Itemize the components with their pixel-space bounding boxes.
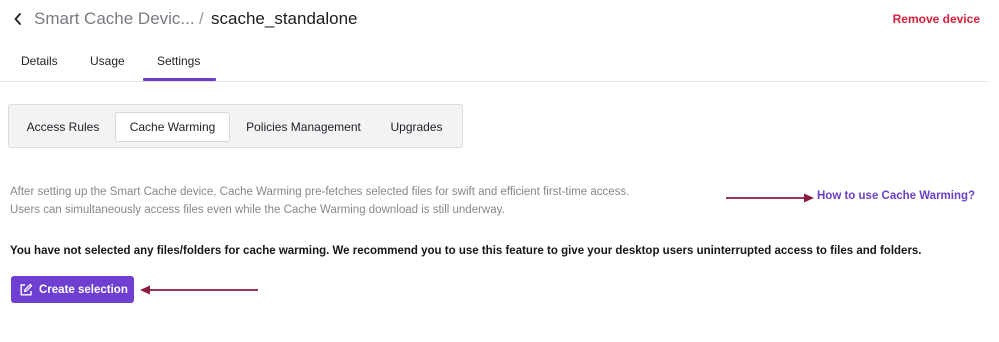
- main-tabs: Details Usage Settings: [0, 46, 987, 82]
- empty-selection-notice: You have not selected any files/folders …: [10, 245, 922, 257]
- annotation-arrow-left: [140, 285, 258, 295]
- annotation-arrow-right: [726, 193, 814, 203]
- tab-usage[interactable]: Usage: [90, 54, 125, 68]
- tab-details[interactable]: Details: [21, 54, 58, 68]
- create-selection-button[interactable]: Create selection: [11, 276, 134, 303]
- description-line-1: After setting up the Smart Cache device,…: [10, 186, 630, 198]
- back-button[interactable]: [9, 10, 27, 28]
- how-to-use-cache-warming-link[interactable]: How to use Cache Warming?: [817, 190, 975, 202]
- edit-square-icon: [19, 283, 33, 297]
- breadcrumb-separator: /: [199, 9, 204, 28]
- subtab-policies-management[interactable]: Policies Management: [237, 112, 370, 142]
- breadcrumb-parent-link[interactable]: Smart Cache Devic...: [34, 9, 195, 29]
- settings-subtabs: Access Rules Cache Warming Policies Mana…: [8, 104, 463, 148]
- create-selection-label: Create selection: [39, 283, 128, 296]
- description-line-2: Users can simultaneously access files ev…: [10, 204, 505, 216]
- active-tab-indicator: [143, 78, 216, 81]
- tab-settings[interactable]: Settings: [157, 54, 200, 68]
- subtab-access-rules[interactable]: Access Rules: [18, 112, 108, 142]
- subtab-cache-warming[interactable]: Cache Warming: [115, 112, 230, 142]
- cache-warming-description: After setting up the Smart Cache device,…: [10, 183, 710, 219]
- chevron-left-icon: [14, 13, 21, 25]
- page-header: Smart Cache Devic... / scache_standalone…: [0, 0, 999, 40]
- subtab-upgrades[interactable]: Upgrades: [379, 112, 454, 142]
- page-title: scache_standalone: [211, 9, 358, 28]
- remove-device-button[interactable]: Remove device: [893, 12, 980, 26]
